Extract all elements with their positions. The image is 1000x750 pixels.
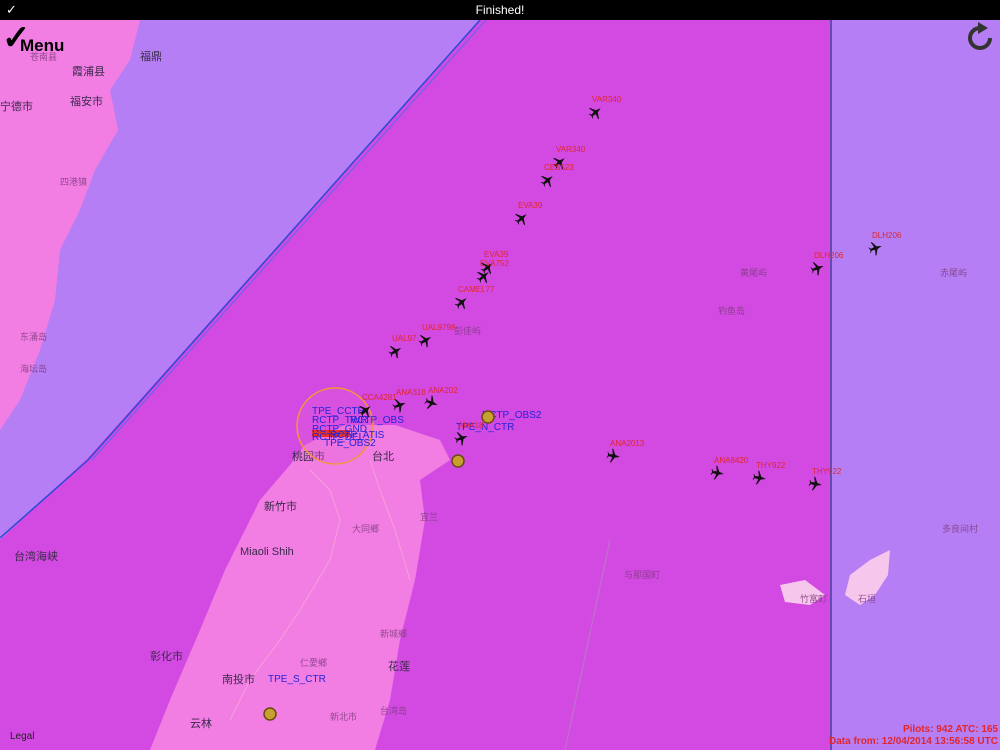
place-label: 石垣 (858, 594, 876, 605)
place-label: 大同鄉 (352, 523, 379, 535)
atc-station-label[interactable]: TPE_OBS2 (324, 438, 376, 449)
place-label: 与那国町 (624, 570, 660, 581)
aircraft-callsign: UAL97 (392, 334, 417, 343)
map-canvas[interactable]: 霞浦县福安市宁德市福鼎台湾海峡桃园市 台北新竹市Miaoli Shih彰化市南投市… (0, 20, 1000, 750)
aircraft-callsign: DLH206 (872, 231, 902, 240)
info-panel: Pilots: 942 ATC: 165 Data from: 12/04/20… (829, 724, 998, 748)
aircraft-callsign: CAMEL77 (458, 285, 495, 294)
place-label: 新北市 (330, 711, 357, 723)
place-label: 竹富町 (800, 593, 827, 605)
data-timestamp: Data from: 12/04/2014 13:56:58 UTC (829, 736, 998, 747)
aircraft-callsign: CCA4281 (362, 393, 397, 402)
place-label: Miaoli Shih (240, 546, 294, 558)
place-label: 宜兰 (420, 511, 438, 523)
place-label: 宁德市 (0, 99, 33, 113)
aircraft-callsign: ANA8420 (714, 456, 749, 465)
place-label: 新城鄉 (380, 628, 407, 640)
place-label: 四港镇 (60, 176, 87, 188)
place-label: 海坛岛 (20, 363, 47, 375)
refresh-icon[interactable] (962, 20, 998, 56)
aircraft-callsign: VAR340 (592, 95, 622, 104)
aircraft-callsign: ANA2013 (610, 439, 645, 448)
place-label: 福安市 (70, 94, 103, 108)
aircraft-callsign: THY922 (756, 461, 786, 470)
place-label: 钓鱼岛 (718, 305, 745, 317)
place-label: 霞浦县 (72, 65, 105, 78)
atc-station-label[interactable]: RCTP_OBS (350, 415, 404, 426)
aircraft-callsign: EVA39 (484, 250, 509, 259)
aircraft-callsign: ANA318 (396, 388, 426, 397)
place-label: 东涌岛 (20, 331, 47, 343)
aircraft-callsign: UAL9798 (422, 323, 456, 332)
place-label: 花莲 (388, 660, 410, 673)
atc-station-marker[interactable] (451, 454, 465, 468)
atc-station-label[interactable]: TPE_S_CTR (268, 674, 326, 685)
place-label: 台湾岛 (380, 705, 407, 717)
place-label: 台北 (372, 449, 394, 463)
place-label: 福鼎 (140, 49, 162, 63)
aircraft-callsign: DLH206 (814, 251, 844, 260)
atc-station-marker[interactable] (263, 707, 277, 721)
aircraft-callsign: THY922 (812, 467, 842, 476)
place-label: 台湾海峡 (14, 549, 58, 563)
legal-link[interactable]: Legal (10, 731, 34, 742)
status-check-icon: ✓ (6, 2, 17, 17)
fir-sector-east (832, 20, 1000, 750)
place-label: 仁愛鄉 (300, 657, 327, 669)
place-label: 赤尾屿 (940, 268, 967, 279)
place-label: 新竹市 (264, 499, 297, 513)
menu-label: Menu (20, 36, 65, 55)
place-label: 彰化市 (150, 649, 183, 663)
menu-button[interactable]: ✓ Menu (2, 20, 68, 58)
place-label: 黄尾屿 (740, 267, 767, 279)
place-label: 彭佳屿 (454, 325, 481, 337)
place-label: 多良间村 (942, 523, 978, 535)
aircraft-callsign: EVA39 (518, 201, 543, 210)
status-title: Finished! (475, 3, 525, 17)
aircraft-callsign: EVA752 (480, 259, 509, 268)
aircraft-callsign: ANA202 (428, 386, 458, 395)
place-label: 南投市 (222, 672, 255, 686)
aircraft-callsign: ANA18 (458, 421, 484, 430)
aircraft-callsign: VAR340 (556, 145, 586, 154)
atc-station-marker[interactable] (481, 410, 495, 424)
pilots-atc-count: Pilots: 942 ATC: 165 (902, 724, 998, 735)
place-label: 云林 (190, 716, 212, 730)
status-bar: ✓ Finished! (0, 0, 1000, 20)
aircraft-callsign: CES523 (544, 163, 574, 172)
